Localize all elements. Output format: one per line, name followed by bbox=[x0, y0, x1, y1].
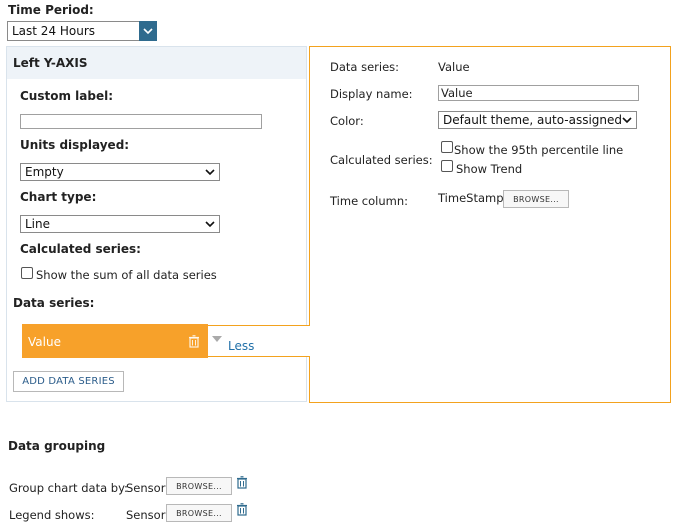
triangle-down-icon[interactable] bbox=[212, 336, 222, 342]
details-calculated-series-label: Calculated series: bbox=[330, 153, 433, 167]
group-by-value: Sensor bbox=[126, 481, 166, 495]
data-series-item[interactable]: Value bbox=[22, 324, 208, 358]
sum-series-checkbox-label: Show the sum of all data series bbox=[36, 268, 217, 282]
trend-checkbox-label: Show Trend bbox=[456, 162, 523, 176]
data-grouping-title: Data grouping bbox=[8, 439, 106, 453]
series-connector bbox=[208, 325, 310, 357]
details-data-series-value: Value bbox=[438, 60, 470, 74]
legend-browse-button[interactable]: BROWSE... bbox=[166, 504, 232, 522]
time-period-label: Time Period: bbox=[8, 3, 94, 17]
trend-checkbox[interactable] bbox=[441, 160, 453, 172]
chevron-down-icon bbox=[205, 169, 215, 176]
time-column-value: TimeStamp bbox=[438, 191, 504, 205]
custom-label-label: Custom label: bbox=[20, 89, 114, 103]
data-series-label: Data series: bbox=[13, 296, 95, 310]
trash-icon[interactable] bbox=[188, 335, 200, 348]
trash-icon[interactable] bbox=[236, 503, 248, 516]
time-period-select[interactable]: Last 24 Hours bbox=[7, 21, 157, 41]
percentile-checkbox[interactable] bbox=[441, 141, 453, 153]
add-data-series-button[interactable]: ADD DATA SERIES bbox=[13, 371, 124, 392]
group-by-browse-button[interactable]: BROWSE... bbox=[166, 477, 232, 495]
left-y-axis-title: Left Y-AXIS bbox=[13, 56, 88, 70]
units-displayed-select[interactable]: Empty bbox=[20, 163, 220, 181]
chevron-down-icon bbox=[143, 28, 153, 35]
time-period-selected: Last 24 Hours bbox=[12, 24, 96, 38]
time-column-browse-button[interactable]: BROWSE... bbox=[503, 190, 569, 208]
details-data-series-label: Data series: bbox=[330, 60, 400, 74]
sum-series-checkbox[interactable] bbox=[21, 267, 33, 279]
display-name-input[interactable]: Value bbox=[438, 85, 639, 101]
color-label: Color: bbox=[330, 114, 364, 128]
legend-shows-value: Sensor bbox=[126, 508, 166, 522]
chart-type-select[interactable]: Line bbox=[20, 215, 220, 233]
color-selected: Default theme, auto-assigned bbox=[443, 113, 623, 127]
less-toggle-link[interactable]: Less bbox=[228, 339, 254, 353]
percentile-checkbox-label: Show the 95th percentile line bbox=[454, 143, 624, 157]
units-displayed-label: Units displayed: bbox=[20, 138, 130, 152]
chevron-down-icon bbox=[205, 221, 215, 228]
display-name-label: Display name: bbox=[330, 87, 413, 101]
data-series-item-name: Value bbox=[28, 335, 61, 349]
chevron-down-icon bbox=[622, 117, 632, 124]
time-column-label: Time column: bbox=[330, 194, 409, 208]
chart-type-label: Chart type: bbox=[20, 190, 97, 204]
display-name-value: Value bbox=[441, 86, 473, 100]
group-by-label: Group chart data by: bbox=[9, 481, 128, 495]
left-y-axis-header: Left Y-AXIS bbox=[7, 47, 306, 79]
chart-type-selected: Line bbox=[25, 217, 51, 231]
trash-icon[interactable] bbox=[236, 476, 248, 489]
time-period-dropdown-button[interactable] bbox=[139, 21, 157, 41]
legend-shows-label: Legend shows: bbox=[9, 508, 95, 522]
units-displayed-selected: Empty bbox=[25, 165, 64, 179]
custom-label-input[interactable] bbox=[20, 114, 262, 129]
calculated-series-label: Calculated series: bbox=[20, 242, 141, 256]
color-select[interactable]: Default theme, auto-assigned bbox=[438, 111, 637, 129]
